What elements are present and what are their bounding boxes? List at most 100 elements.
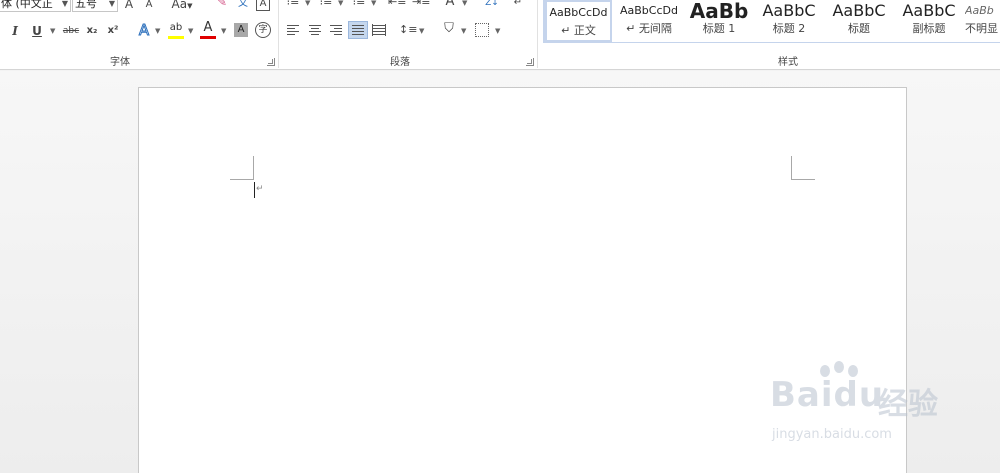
font-color-swatch	[200, 36, 216, 39]
chevron-down-icon[interactable]: ▼	[371, 0, 376, 11]
text-effects-button[interactable]: A	[136, 21, 152, 39]
highlight-color-swatch	[168, 36, 184, 39]
superscript-label: x²	[107, 25, 119, 36]
chevron-down-icon[interactable]: ▼	[461, 23, 466, 39]
font-size-value: 五号	[75, 0, 97, 10]
font-shrink-icon[interactable]: A	[143, 0, 155, 13]
clear-formatting-icon[interactable]: ✎	[213, 0, 231, 10]
group-divider	[278, 0, 279, 68]
style-name: 标题 2	[772, 22, 806, 35]
style-name: 不明显	[965, 22, 998, 35]
chevron-down-icon[interactable]: ▼	[221, 23, 226, 39]
ribbon: 体 (中文正 ▼ 五号 ▼ A A Aa▼ ✎ 文 A I U ▼ abc x₂…	[0, 0, 1000, 70]
watermark-logo-suffix: 经验	[878, 387, 938, 422]
char-shading-label: A	[237, 24, 245, 35]
group-divider	[537, 0, 538, 68]
underline-button[interactable]: U	[30, 23, 44, 39]
sort-icon[interactable]: Z↓	[484, 0, 500, 11]
char-shading-button[interactable]: A	[234, 23, 248, 37]
style-heading-1[interactable]: AaBb 标题 1	[685, 0, 753, 42]
highlight-label: ab	[169, 22, 183, 33]
chevron-down-icon[interactable]: ▼	[155, 23, 160, 39]
multilevel-list-icon[interactable]: ⁝≡	[351, 0, 367, 10]
phonetic-guide-icon[interactable]: 文	[236, 0, 250, 12]
crop-mark	[791, 179, 815, 180]
highlight-button[interactable]: ab	[167, 20, 185, 36]
chevron-down-icon[interactable]: ▼	[50, 23, 55, 39]
styles-gallery-border	[543, 0, 545, 43]
chevron-down-icon[interactable]: ▼	[188, 23, 193, 39]
style-sample: AaBbC	[832, 1, 886, 20]
crop-mark	[230, 179, 254, 180]
bullets-icon[interactable]: ⁝≡	[285, 0, 301, 10]
chevron-down-icon[interactable]: ▼	[495, 23, 500, 39]
paragraph-mark: ↵	[256, 184, 264, 194]
watermark-logo-text: Baidu	[770, 375, 885, 415]
underline-label: U	[32, 24, 42, 38]
font-size-combo[interactable]: 五号 ▼	[72, 0, 118, 12]
style-sample: AaBbCcDd	[549, 6, 608, 19]
italic-button[interactable]: I	[8, 23, 22, 39]
change-case-button[interactable]: Aa▼	[170, 0, 194, 14]
chevron-down-icon[interactable]: ▼	[462, 0, 467, 11]
numbering-icon[interactable]: ⁝≡	[318, 0, 334, 10]
font-name-combo[interactable]: 体 (中文正 ▼	[0, 0, 71, 12]
superscript-button[interactable]: x²	[105, 23, 121, 39]
style-title[interactable]: AaBbC 标题	[825, 0, 893, 42]
style-name: ↵ 无间隔	[626, 22, 672, 35]
style-subtle-emphasis[interactable]: AaBb 不明显	[965, 0, 1000, 42]
paragraph-group-label: 段落	[390, 57, 410, 68]
style-name: 副标题	[912, 22, 946, 35]
line-spacing-icon[interactable]: ↕≡	[399, 22, 417, 38]
style-sample: AaBb	[965, 4, 994, 17]
subscript-button[interactable]: x₂	[84, 23, 100, 39]
style-heading-2[interactable]: AaBbC 标题 2	[755, 0, 823, 42]
style-name: ↵ 正文	[561, 24, 596, 37]
increase-indent-icon[interactable]: ⇥≡	[412, 0, 430, 10]
align-right-button[interactable]	[328, 22, 344, 38]
sort-label: Z↓	[485, 0, 499, 8]
borders-icon[interactable]	[475, 23, 489, 37]
style-subtitle[interactable]: AaBbC 副标题	[895, 0, 963, 42]
show-marks-icon[interactable]: ↵	[512, 0, 524, 11]
font-grow-icon[interactable]: A	[122, 0, 136, 12]
style-no-spacing[interactable]: AaBbCcDd ↵ 无间隔	[615, 0, 683, 42]
strikethrough-label: abc	[62, 26, 80, 36]
text-cursor	[254, 182, 255, 198]
styles-gallery-border	[543, 42, 1000, 43]
chevron-down-icon: ▼	[61, 0, 68, 8]
chevron-down-icon[interactable]: ▼	[338, 0, 343, 11]
font-dialog-launcher[interactable]	[267, 58, 275, 66]
font-color-button[interactable]: A	[200, 20, 216, 36]
align-left-button[interactable]	[285, 22, 301, 38]
phonetic-label: 文	[238, 0, 248, 9]
styles-gallery: AaBbCcDd ↵ 正文 AaBbCcDd ↵ 无间隔 AaBb 标题 1 A…	[543, 0, 1000, 43]
font-name-value: 体 (中文正	[1, 0, 53, 10]
chinese-layout-icon[interactable]: Ā	[442, 0, 458, 10]
align-center-button[interactable]	[307, 22, 323, 38]
style-sample: AaBbC	[762, 1, 816, 20]
chevron-down-icon[interactable]: ▼	[419, 23, 424, 39]
style-normal[interactable]: AaBbCcDd ↵ 正文	[545, 0, 612, 42]
chevron-down-icon[interactable]: ▼	[305, 0, 310, 11]
baidu-jingyan-watermark: Baidu 经验 jingyan.baidu.com	[760, 361, 975, 465]
styles-group-label: 样式	[778, 57, 798, 68]
watermark-url: jingyan.baidu.com	[772, 427, 892, 442]
decrease-indent-icon[interactable]: ⇤≡	[388, 0, 406, 10]
subscript-label: x₂	[86, 25, 98, 36]
shading-icon[interactable]: ⛉	[440, 21, 458, 37]
crop-mark	[791, 156, 792, 180]
char-border-label: A	[259, 0, 267, 9]
italic-label: I	[12, 24, 18, 38]
paragraph-dialog-launcher[interactable]	[526, 58, 534, 66]
font-color-label: A	[203, 20, 213, 35]
text-effects-label: A	[138, 21, 150, 39]
style-name: 标题 1	[702, 22, 736, 35]
paw-logo-icon	[834, 361, 844, 373]
style-sample: AaBbC	[902, 1, 956, 20]
distributed-button[interactable]	[371, 22, 387, 38]
strikethrough-button[interactable]: abc	[62, 23, 80, 39]
char-border-icon[interactable]: A	[256, 0, 270, 11]
justify-button[interactable]	[348, 21, 368, 39]
enclose-char-button[interactable]: 字	[255, 22, 271, 38]
